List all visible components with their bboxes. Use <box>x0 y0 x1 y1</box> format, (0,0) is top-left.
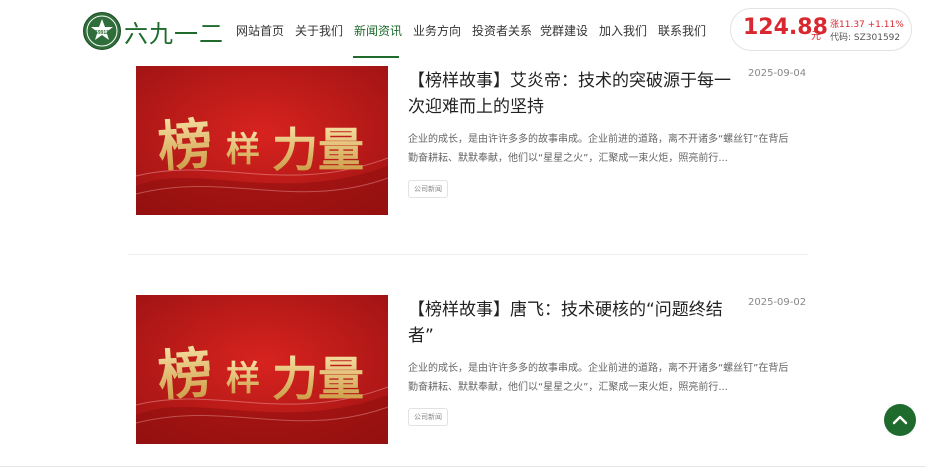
thumb-char-3: 力量 <box>272 123 364 177</box>
thumb-char-1: 榜 <box>156 340 214 408</box>
news-list-item[interactable]: 榜 样 力量 【榜样故事】艾炎帝：技术的突破源于每一次迎难而上的坚持 2025-… <box>128 66 808 236</box>
thumb-char-2: 样 <box>226 359 260 399</box>
nav-party[interactable]: 党群建设 <box>540 22 588 39</box>
nav-about[interactable]: 关于我们 <box>295 22 343 39</box>
stock-ticker: 124.88 元 涨11.37 +1.11% 代码: SZ301592 <box>730 8 912 51</box>
back-to-top-button[interactable] <box>884 404 916 436</box>
site-logo[interactable]: 69912 六九一二 <box>83 12 223 50</box>
article-tag[interactable]: 公司新闻 <box>408 408 448 426</box>
nav-join[interactable]: 加入我们 <box>599 22 647 39</box>
article-title[interactable]: 【榜样故事】唐飞：技术硬核的“问题终结者” <box>408 297 738 349</box>
article-tag[interactable]: 公司新闻 <box>408 180 448 198</box>
article-title[interactable]: 【榜样故事】艾炎帝：技术的突破源于每一次迎难而上的坚持 <box>408 68 738 120</box>
article-date: 2025-09-02 <box>748 297 807 308</box>
site-header: 69912 六九一二 网站首页 关于我们 新闻资讯 业务方向 投资者关系 党群建… <box>0 0 926 60</box>
page-bottom-border <box>0 466 926 467</box>
nav-news[interactable]: 新闻资讯 <box>354 22 402 39</box>
article-thumbnail[interactable]: 榜 样 力量 <box>136 295 388 444</box>
nav-home[interactable]: 网站首页 <box>236 22 284 39</box>
thumb-char-3: 力量 <box>272 352 364 406</box>
stock-unit: 元 <box>811 31 821 42</box>
nav-active-indicator <box>353 56 399 58</box>
star-badge-icon: 69912 <box>83 12 121 50</box>
thumb-char-2: 样 <box>226 130 260 170</box>
list-divider <box>128 254 808 255</box>
nav-business[interactable]: 业务方向 <box>413 22 461 39</box>
nav-contact[interactable]: 联系我们 <box>658 22 706 39</box>
chevron-up-icon <box>892 415 908 425</box>
nav-investors[interactable]: 投资者关系 <box>472 22 532 39</box>
logo-badge-text: 69912 <box>95 30 109 36</box>
stock-code: 代码: SZ301592 <box>830 33 901 43</box>
article-summary: 企业的成长，是由许许多多的故事串成。企业前进的道路，离不开诸多“螺丝钉”在背后勤… <box>408 134 789 164</box>
logo-text: 六九一二 <box>124 20 224 48</box>
article-thumbnail[interactable]: 榜 样 力量 <box>136 66 388 215</box>
news-list-item[interactable]: 榜 样 力量 【榜样故事】唐飞：技术硬核的“问题终结者” 2025-09-02 … <box>128 295 808 445</box>
article-summary: 企业的成长，是由许许多多的故事串成。企业前进的道路，离不开诸多“螺丝钉”在背后勤… <box>408 363 789 393</box>
stock-change: 涨11.37 +1.11% <box>830 20 904 30</box>
article-date: 2025-09-04 <box>748 68 807 79</box>
thumb-char-1: 榜 <box>156 111 214 179</box>
